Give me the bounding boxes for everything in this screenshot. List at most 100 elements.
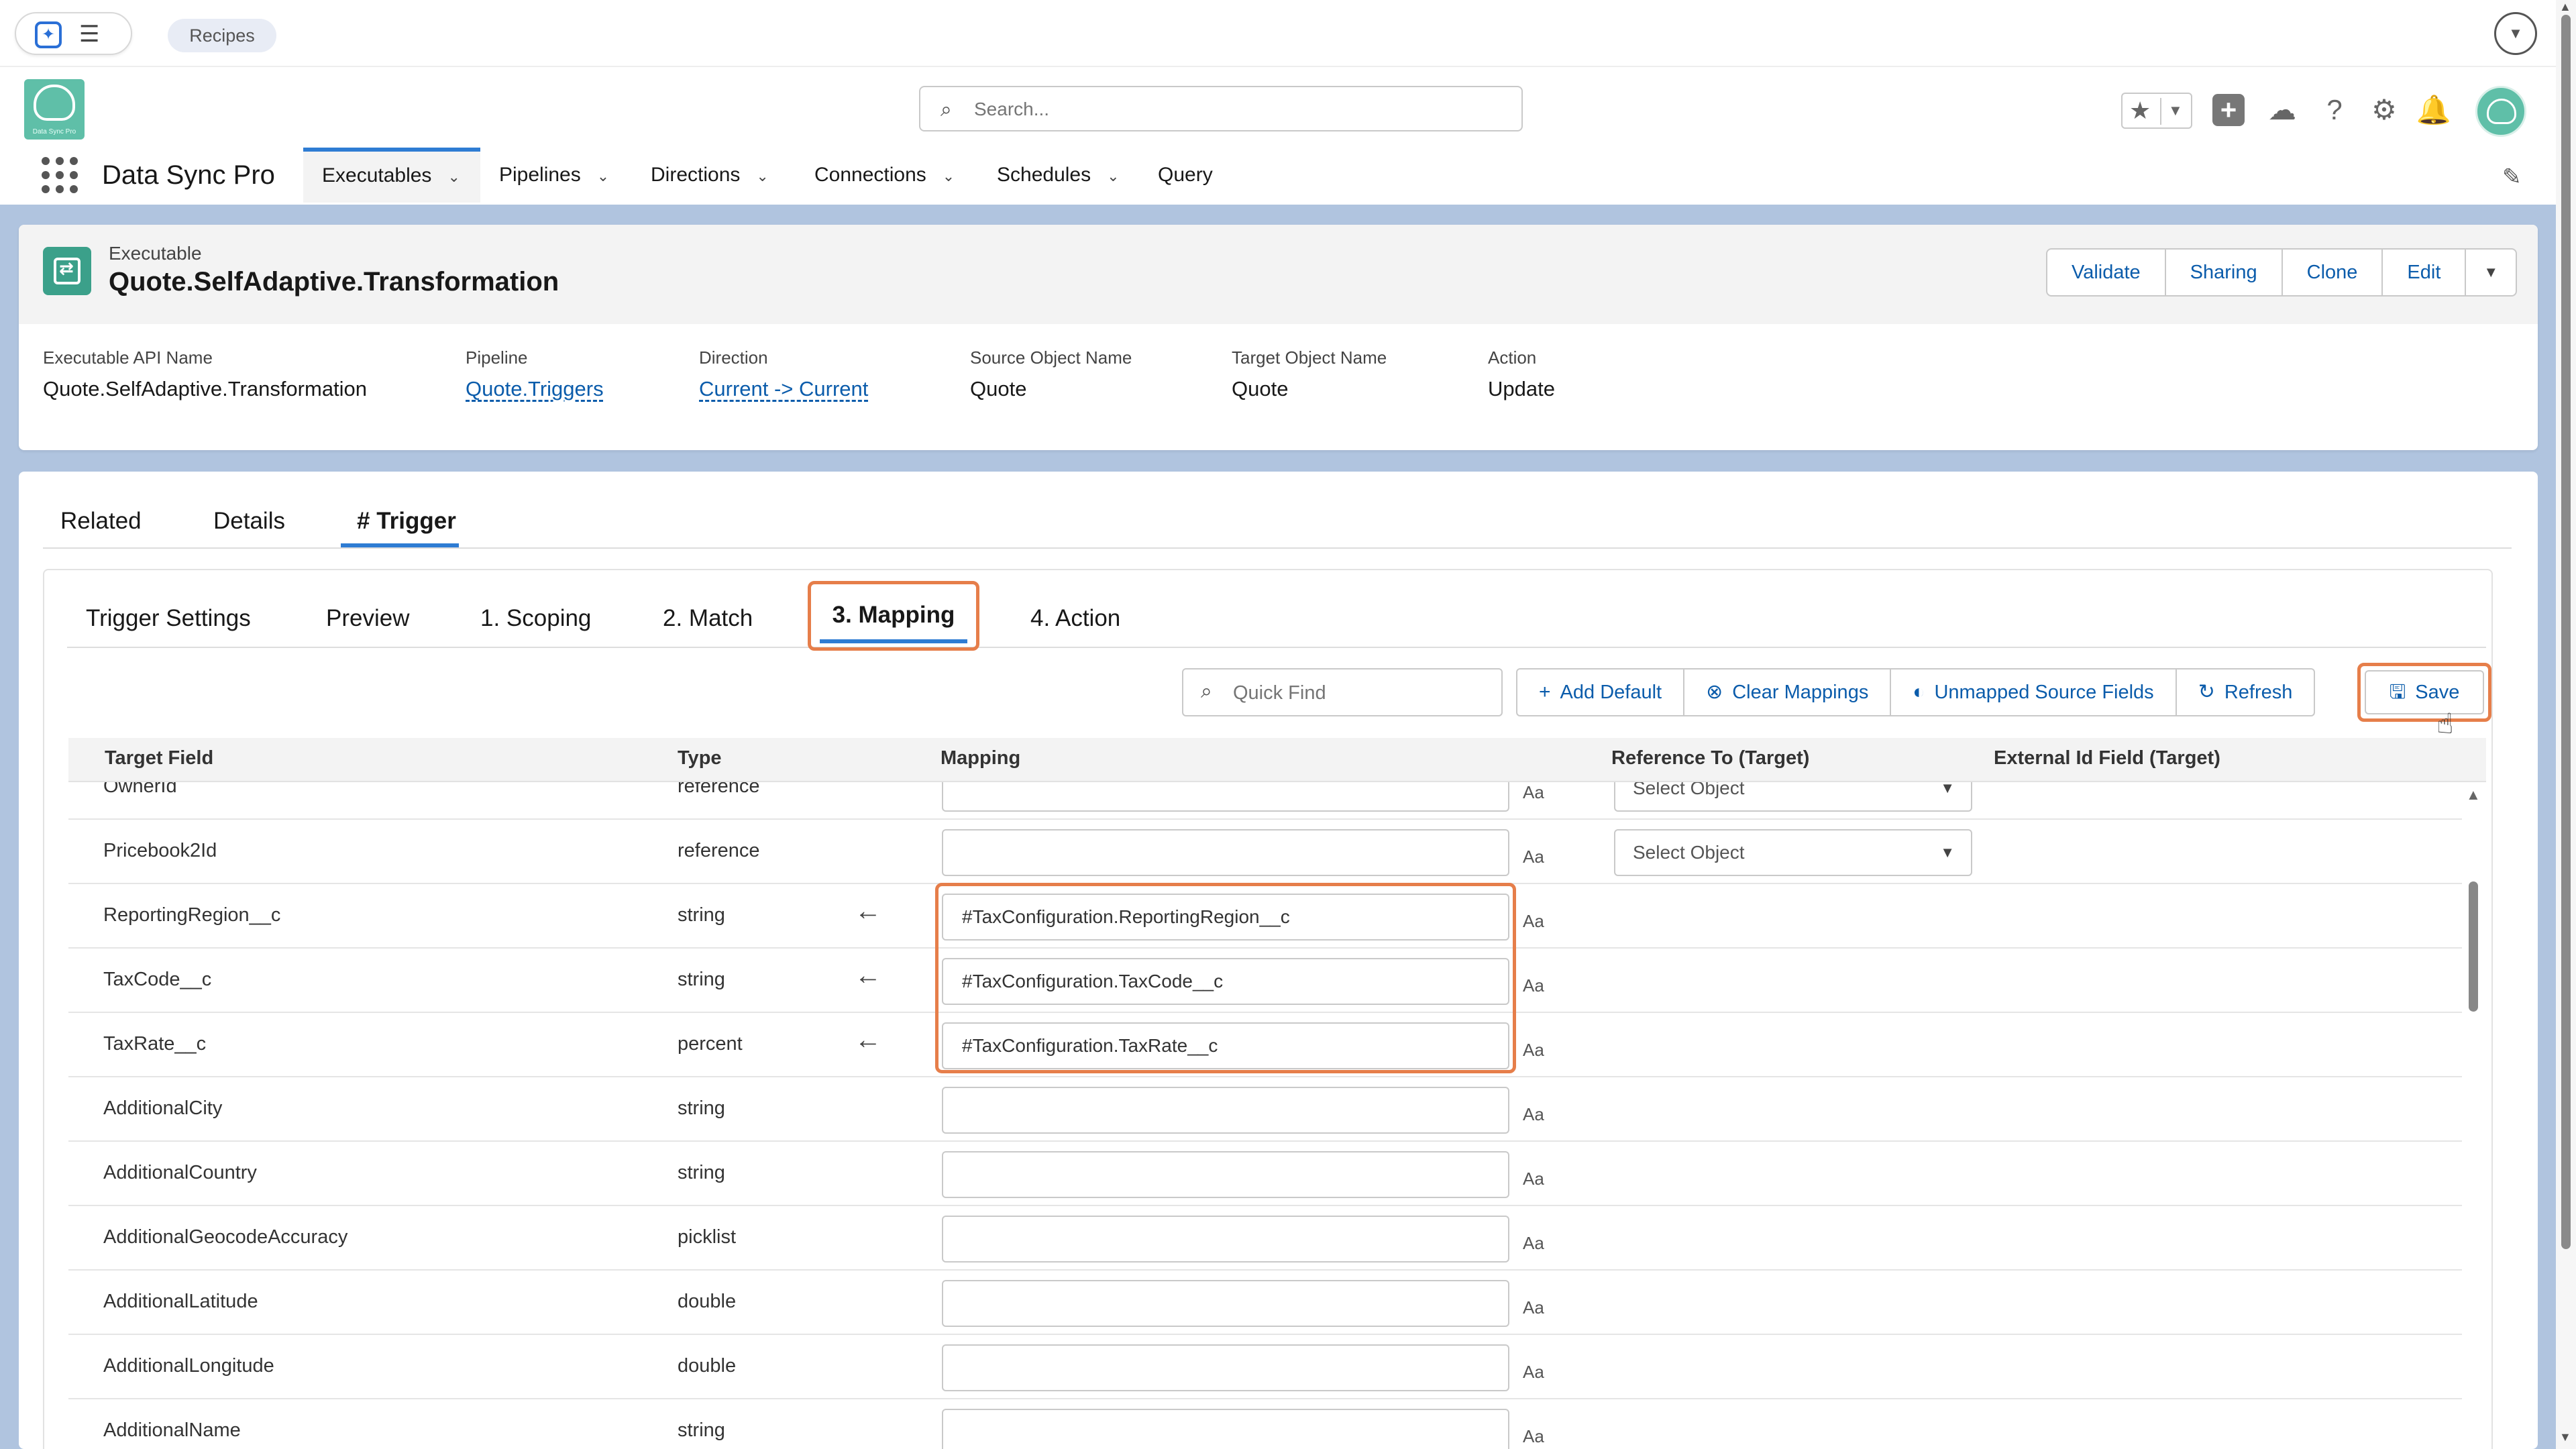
text-type-icon[interactable]: Aa	[1523, 1362, 1544, 1383]
chevron-down-icon[interactable]: ⌄	[756, 149, 768, 204]
global-actions-plus-icon[interactable]: +	[2212, 94, 2245, 126]
column-header-mapping[interactable]: Mapping	[941, 747, 1020, 769]
quick-find-input[interactable]	[1233, 678, 1488, 708]
text-type-icon[interactable]: Aa	[1523, 975, 1544, 996]
chevron-down-icon[interactable]: ⌄	[447, 153, 460, 201]
mapping-input[interactable]	[942, 1409, 1509, 1449]
mapping-input[interactable]	[942, 1087, 1509, 1134]
text-type-icon[interactable]: Aa	[1523, 1040, 1544, 1061]
subtab-scoping[interactable]: 1. Scoping	[480, 602, 591, 635]
nav-tab-schedules[interactable]: Schedules ⌄	[978, 148, 1138, 203]
chevron-down-icon[interactable]: ▼	[1940, 830, 1955, 875]
avatar-elephant-icon	[2487, 99, 2516, 124]
global-search-input[interactable]	[974, 94, 1497, 125]
text-type-icon[interactable]: Aa	[1523, 1104, 1544, 1125]
pipeline-link[interactable]: Quote.Triggers	[466, 377, 604, 401]
table-scroll-up-icon[interactable]: ▲	[2466, 786, 2481, 804]
window-scrollbar-thumb[interactable]	[2561, 15, 2571, 1249]
text-type-icon[interactable]: Aa	[1523, 911, 1544, 932]
edit-button[interactable]: Edit	[2383, 250, 2467, 295]
org-logo[interactable]: Data Sync Pro	[24, 79, 85, 140]
toggle-icon: ◐	[1913, 681, 1925, 703]
left-arrow-icon: ←	[855, 961, 881, 990]
mapping-input[interactable]	[942, 782, 1509, 812]
column-header-type[interactable]: Type	[678, 747, 722, 769]
help-icon[interactable]: ?	[2316, 91, 2353, 129]
star-icon[interactable]: ★	[2129, 97, 2151, 125]
mapping-input[interactable]	[942, 1344, 1509, 1391]
text-type-icon[interactable]: Aa	[1523, 782, 1544, 803]
text-type-icon[interactable]: Aa	[1523, 1233, 1544, 1254]
validate-button[interactable]: Validate	[2047, 250, 2166, 295]
table-row: AdditionalLongitude double Aa	[68, 1335, 2462, 1399]
favorites-dropdown-icon[interactable]: ▼	[2168, 102, 2183, 119]
add-default-button[interactable]: + Add Default	[1517, 669, 1685, 715]
nav-tab-directions[interactable]: Directions ⌄	[632, 148, 788, 203]
window-scroll-up-icon[interactable]: ▲	[2559, 0, 2571, 14]
chevron-down-icon[interactable]: ▼	[1940, 782, 1955, 810]
app-launcher-pill[interactable]: ✦ ☰	[15, 12, 132, 55]
mapping-input[interactable]	[942, 1280, 1509, 1327]
target-field-cell: Pricebook2Id	[103, 840, 217, 861]
app-launcher-waffle-icon[interactable]	[42, 157, 78, 193]
chevron-down-icon[interactable]: ⌄	[1107, 149, 1119, 204]
unmapped-source-fields-button[interactable]: ◐ Unmapped Source Fields	[1891, 669, 2177, 715]
nav-tab-query[interactable]: Query	[1139, 148, 1232, 203]
quick-find[interactable]: ⌕	[1182, 668, 1503, 716]
subtab-match[interactable]: 2. Match	[663, 602, 753, 635]
avatar[interactable]	[2475, 86, 2526, 137]
nav-tab-pipelines[interactable]: Pipelines ⌄	[480, 148, 628, 203]
bell-icon[interactable]: 🔔	[2415, 91, 2453, 129]
trailhead-icon[interactable]: ☁	[2263, 91, 2301, 129]
reference-object-select[interactable]: Select Object ▼	[1614, 782, 1972, 812]
subtab-preview[interactable]: Preview	[326, 602, 409, 635]
text-type-icon[interactable]: Aa	[1523, 1169, 1544, 1189]
favorites-group[interactable]: ★ ▼	[2121, 93, 2192, 129]
save-button[interactable]: 🖫 Save	[2365, 670, 2484, 714]
chevron-down-icon[interactable]: ⌄	[943, 149, 955, 204]
mapping-toolbar: + Add Default ⊗ Clear Mappings ◐ Unmapped S…	[1516, 668, 2316, 716]
hamburger-icon[interactable]: ☰	[79, 23, 99, 46]
subtab-action[interactable]: 4. Action	[1030, 602, 1120, 635]
chevron-down-icon[interactable]: ⌄	[597, 149, 609, 204]
tab-trigger[interactable]: # Trigger	[357, 504, 456, 538]
tab-details[interactable]: Details	[213, 504, 285, 538]
table-row: AdditionalName string Aa	[68, 1399, 2462, 1449]
save-highlight: 🖫 Save	[2357, 663, 2491, 722]
left-arrow-icon: ←	[855, 1025, 881, 1055]
window-scroll-down-icon[interactable]: ▼	[2559, 1430, 2571, 1444]
clear-x-circle-icon: ⊗	[1706, 681, 1723, 703]
column-header-target-field[interactable]: Target Field	[105, 747, 213, 769]
mapping-input[interactable]	[942, 1216, 1509, 1263]
recipes-chip[interactable]: Recipes	[168, 19, 276, 52]
type-cell: string	[678, 1097, 725, 1119]
text-type-icon[interactable]: Aa	[1523, 1297, 1544, 1318]
gear-icon[interactable]: ⚙	[2365, 91, 2403, 129]
edit-nav-pencil-icon[interactable]: ✎	[2502, 164, 2522, 191]
text-type-icon[interactable]: Aa	[1523, 847, 1544, 867]
sparkle-app-icon[interactable]: ✦	[35, 21, 62, 48]
subtab-mapping[interactable]: 3. Mapping	[808, 581, 979, 651]
mapping-input[interactable]	[942, 829, 1509, 876]
global-search[interactable]: ⌕	[919, 86, 1523, 131]
mapping-input[interactable]	[942, 1151, 1509, 1198]
nav-tab-connections[interactable]: Connections ⌄	[796, 148, 973, 203]
executable-record-icon: ⇄	[43, 247, 91, 295]
tab-related[interactable]: Related	[60, 504, 142, 538]
sharing-button[interactable]: Sharing	[2166, 250, 2283, 295]
nav-tab-executables[interactable]: Executables ⌄	[303, 148, 480, 203]
text-type-icon[interactable]: Aa	[1523, 1426, 1544, 1447]
reference-object-select[interactable]: Select Object ▼	[1614, 829, 1972, 876]
clone-button[interactable]: Clone	[2283, 250, 2383, 295]
column-header-external-id[interactable]: External Id Field (Target)	[1994, 747, 2220, 769]
table-scrollbar-thumb[interactable]	[2469, 881, 2478, 1012]
chevron-down-icon[interactable]: ▼	[2494, 12, 2537, 55]
subtab-trigger-settings[interactable]: Trigger Settings	[86, 602, 251, 635]
more-actions-chevron-icon[interactable]: ▼	[2466, 250, 2516, 295]
direction-link[interactable]: Current -> Current	[699, 377, 868, 401]
clear-mappings-button[interactable]: ⊗ Clear Mappings	[1684, 669, 1892, 715]
subtabs-divider	[67, 647, 2486, 648]
column-header-reference-to[interactable]: Reference To (Target)	[1611, 747, 1809, 769]
target-field-cell: ReportingRegion__c	[103, 904, 281, 926]
refresh-button[interactable]: ↻ Refresh	[2177, 669, 2314, 715]
